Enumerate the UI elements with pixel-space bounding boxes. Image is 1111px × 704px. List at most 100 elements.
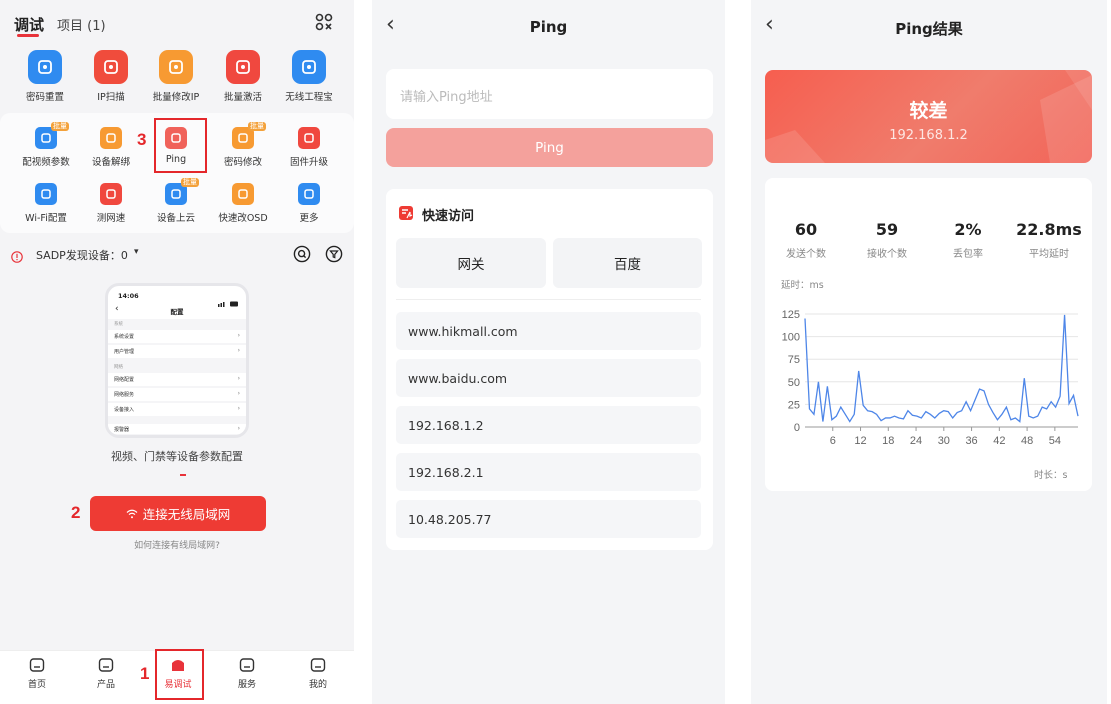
chevron-down-icon[interactable]: ▾: [134, 247, 139, 257]
history-item[interactable]: 192.168.1.2: [396, 406, 701, 444]
carousel-indicator: [180, 474, 186, 476]
chart-ylabel: 延时：ms: [781, 280, 824, 291]
search-device-icon[interactable]: [293, 245, 311, 263]
tool-label: 配视频参数: [22, 157, 70, 168]
tool-label: 快速改OSD: [218, 213, 268, 224]
phone-row: 报警器 ›: [108, 424, 246, 434]
x-tick-label: 24: [910, 435, 922, 447]
x-tick-label: 42: [993, 435, 1005, 447]
history-item[interactable]: www.hikmall.com: [396, 312, 701, 350]
page-title: Ping结果: [895, 20, 963, 38]
tool-wifi-config[interactable]: Wi-Fi配置: [14, 183, 78, 224]
phone-section-system: 系统: [114, 322, 123, 327]
quality-label: 较差: [909, 100, 948, 122]
service-icon: [238, 656, 256, 674]
wifi-config-icon: [35, 183, 57, 205]
connect-wlan-button[interactable]: 连接无线局域网: [90, 496, 266, 531]
app-engineering-tool[interactable]: 无线工程宝: [281, 50, 337, 103]
stat-value: 22.8ms: [1016, 220, 1082, 239]
tool-label: 设备上云: [156, 213, 195, 224]
phone-status-icons: [218, 292, 240, 307]
phone-row-chevron-icon: ›: [237, 390, 240, 397]
quick-access-title: 快速访问: [422, 209, 475, 224]
tab-active-indicator: [17, 34, 39, 37]
phone-row-chevron-icon: ›: [237, 347, 240, 354]
app-label: 批量修改IP: [152, 92, 200, 103]
history-item[interactable]: 192.168.2.1: [396, 453, 701, 491]
phone-section-network: 网络: [114, 365, 123, 370]
quick-access-icon: [399, 205, 413, 220]
ping-address-input[interactable]: 请输入Ping地址: [386, 69, 713, 119]
scan-icon[interactable]: [315, 13, 333, 31]
annotation-2: 2: [71, 503, 81, 522]
history-item[interactable]: 10.48.205.77: [396, 500, 701, 538]
speedometer-icon: [100, 183, 122, 205]
stat-value: 59: [875, 220, 899, 239]
phone-row-label: 网络配置: [114, 377, 135, 383]
divider: [396, 299, 701, 300]
engineering-tool-icon: [292, 50, 326, 84]
nav-service[interactable]: 服务: [222, 656, 272, 690]
phone-row: 网络服务 ›: [108, 388, 246, 401]
filter-icon[interactable]: [325, 245, 343, 263]
ping-button[interactable]: Ping: [386, 128, 713, 167]
phone-row-chevron-icon: ›: [237, 332, 240, 339]
tool-label: 更多: [299, 213, 319, 224]
tool-label: 测网速: [96, 213, 126, 224]
x-tick-label: 6: [830, 435, 836, 447]
annotation-3: 3: [137, 130, 147, 149]
chart-xlabel: 时长：s: [1034, 470, 1068, 481]
latency-series-line: [804, 314, 1079, 423]
profile-icon: [309, 656, 327, 674]
app-label: 无线工程宝: [285, 92, 333, 103]
tab-projects[interactable]: 项目 (1): [57, 15, 106, 34]
lock-reset-icon: [28, 50, 62, 84]
connect-wlan-label: 连接无线局域网: [142, 507, 231, 522]
phone-row: 网络配置 ›: [108, 373, 246, 386]
history-item[interactable]: www.baidu.com: [396, 359, 701, 397]
ping-input-panel: ‹ Ping 请输入Ping地址 Ping 快速访问 网关 百度 www.hik…: [372, 0, 725, 704]
home-icon: [28, 656, 46, 674]
nav-home[interactable]: 首页: [12, 656, 62, 690]
highlight-box-nav: [155, 649, 204, 700]
product-icon: [97, 656, 115, 674]
app-touch-activate[interactable]: 批量激活: [215, 50, 271, 103]
app-lock-reset[interactable]: 密码重置: [17, 50, 73, 103]
alert-icon: [11, 248, 23, 263]
tool-cloud-upload[interactable]: 批量 设备上云: [144, 178, 208, 224]
tool-label: Wi-Fi配置: [25, 213, 67, 224]
quick-chip-gateway[interactable]: 网关: [396, 238, 546, 288]
tab-debug[interactable]: 调试: [14, 14, 44, 35]
result-banner: 较差 192.168.1.2: [765, 70, 1092, 163]
sadp-label[interactable]: SADP发现设备：0: [36, 247, 128, 263]
app-wifi-scan[interactable]: IP扫描: [83, 50, 139, 103]
y-tick-label: 100: [782, 332, 800, 344]
nav-profile[interactable]: 我的: [293, 656, 343, 690]
app-ip-edit[interactable]: 批量修改IP: [148, 50, 204, 103]
app-label: IP扫描: [97, 92, 125, 103]
phone-row-label: 用户管理: [114, 349, 135, 355]
nav-label: 我的: [308, 680, 327, 690]
nav-label: 首页: [27, 680, 46, 690]
more-grid-icon: [298, 183, 320, 205]
stat-value: 2%: [954, 220, 982, 239]
tool-firmware-upgrade[interactable]: 固件升级: [277, 127, 341, 168]
latency-chart: 0 25 50 75 100 125 6 12 18 24 30 36 42 48 54: [782, 309, 1079, 447]
batch-badge: 批量: [51, 122, 69, 131]
x-tick-label: 12: [854, 435, 866, 447]
quick-chip-baidu[interactable]: 百度: [553, 238, 702, 288]
tool-osd[interactable]: 快速改OSD: [211, 183, 275, 224]
unbind-icon: [100, 127, 122, 149]
tool-more-grid[interactable]: 更多: [277, 183, 341, 224]
tool-video-param[interactable]: 批量配视频参数: [14, 122, 78, 168]
nav-product[interactable]: 产品: [81, 656, 131, 690]
app-label: 批量激活: [223, 92, 262, 103]
video-param-icon: 批量: [35, 122, 69, 149]
x-tick-label: 36: [965, 435, 977, 447]
tool-label: 设备解绑: [91, 157, 130, 168]
tool-speedometer[interactable]: 测网速: [79, 183, 143, 224]
wired-help-link[interactable]: 如何连接有线局域网?: [0, 538, 354, 551]
tool-unbind[interactable]: 设备解绑: [79, 127, 143, 168]
tool-password-edit[interactable]: 批量 密码修改: [211, 122, 275, 168]
app-label: 密码重置: [25, 92, 64, 103]
